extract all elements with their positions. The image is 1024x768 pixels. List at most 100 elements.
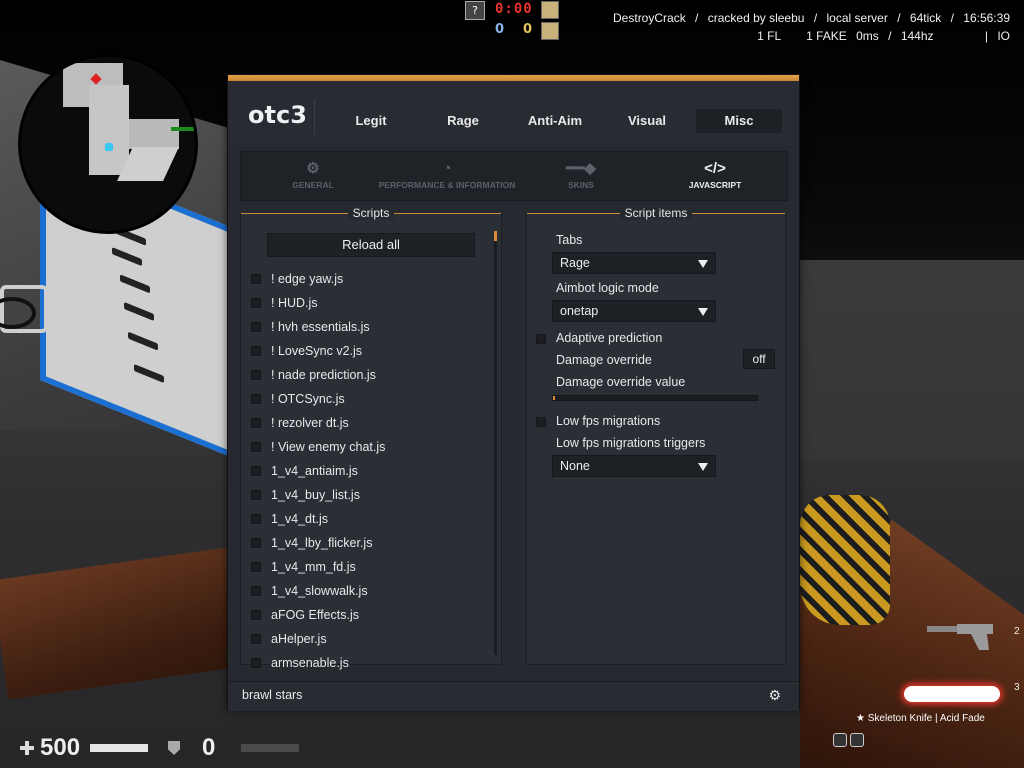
gauge-icon: ◔ <box>442 160 452 177</box>
tab-rage[interactable]: Rage <box>420 109 506 133</box>
aimbot-logic-dropdown[interactable]: onetap <box>552 300 716 322</box>
help-icon: ? <box>465 1 485 20</box>
cheat-menu-window: otc3 Legit Rage Anti-Aim Visual Misc ⚙ G… <box>227 74 800 711</box>
player-glove <box>800 495 890 625</box>
script-item[interactable]: ! HUD.js <box>251 291 483 315</box>
weapon-slot-2: 2 <box>1014 626 1020 637</box>
tab-misc[interactable]: Misc <box>696 109 782 133</box>
weapon-slot-3: 3 <box>1014 682 1020 693</box>
script-item[interactable]: 1_v4_buy_list.js <box>251 483 483 507</box>
adaptive-prediction-label: Adaptive prediction <box>556 331 663 345</box>
damage-override-keybind[interactable]: off <box>743 349 775 369</box>
damage-override-value-label: Damage override value <box>556 375 686 389</box>
script-item[interactable]: 1_v4_slowwalk.js <box>251 579 483 603</box>
health-value: 500 <box>40 734 81 761</box>
aimbot-logic-label: Aimbot logic mode <box>556 281 659 295</box>
round-timer: 0:00 <box>495 1 533 17</box>
reload-all-button[interactable]: Reload all <box>267 233 475 257</box>
script-item[interactable]: ! View enemy chat.js <box>251 435 483 459</box>
script-checkbox[interactable] <box>251 538 261 548</box>
script-item[interactable]: 1_v4_mm_fd.js <box>251 555 483 579</box>
skull-icon <box>850 733 864 747</box>
script-item[interactable]: armsenable.js <box>251 651 483 675</box>
script-items-panel: Script items Tabs Rage Aimbot logic mode… <box>526 206 786 665</box>
low-fps-triggers-dropdown[interactable]: None <box>552 455 716 477</box>
health-display: 500 <box>20 734 149 762</box>
health-bar <box>90 744 149 752</box>
menu-brand: otc3 <box>248 101 307 129</box>
script-item[interactable]: aFOG Effects.js <box>251 603 483 627</box>
script-checkbox[interactable] <box>251 610 261 620</box>
gear-icon[interactable]: ⚙ <box>768 688 781 704</box>
script-checkbox[interactable] <box>251 442 261 452</box>
scripts-panel-title: Scripts <box>347 206 395 220</box>
script-checkbox[interactable] <box>251 658 261 668</box>
low-fps-migrations-label: Low fps migrations <box>556 414 661 428</box>
tab-anti-aim[interactable]: Anti-Aim <box>512 109 598 133</box>
subtab-skins[interactable]: ━━◆ SKINS <box>531 152 631 202</box>
script-checkbox[interactable] <box>251 466 261 476</box>
watermark: DestroyCrack / cracked by sleebu / local… <box>607 11 1010 43</box>
subtab-javascript[interactable]: </> JAVASCRIPT <box>665 152 765 202</box>
script-checkbox[interactable] <box>251 514 261 524</box>
rank-icon <box>541 22 559 40</box>
game-right-wall <box>764 260 1024 460</box>
health-icon <box>20 741 34 755</box>
script-checkbox[interactable] <box>251 274 261 284</box>
script-checkbox[interactable] <box>251 346 261 356</box>
radar-minimap <box>18 54 198 234</box>
script-items-panel-title: Script items <box>619 206 693 220</box>
watermark-row-1: DestroyCrack / cracked by sleebu / local… <box>613 11 1010 25</box>
subtab-performance[interactable]: ◔ PERFORMANCE & INFORMATION <box>371 152 523 202</box>
low-fps-triggers-label: Low fps migrations triggers <box>556 436 706 450</box>
armor-display: 0 <box>168 734 300 762</box>
tabs-dropdown[interactable]: Rage <box>552 252 716 274</box>
script-checkbox[interactable] <box>251 418 261 428</box>
tab-visual[interactable]: Visual <box>604 109 690 133</box>
script-item[interactable]: ! edge yaw.js <box>251 267 483 291</box>
knife-icon: ━━◆ <box>566 160 596 177</box>
tab-legit[interactable]: Legit <box>328 109 414 133</box>
script-checkbox[interactable] <box>251 586 261 596</box>
armor-bar <box>241 744 300 752</box>
adaptive-prediction-checkbox[interactable] <box>536 334 546 344</box>
subtab-general[interactable]: ⚙ GENERAL <box>261 152 365 202</box>
kill-icons <box>833 733 864 747</box>
footer-text: brawl stars <box>242 688 303 702</box>
chevron-down-icon <box>698 308 708 316</box>
script-checkbox[interactable] <box>251 562 261 572</box>
script-item[interactable]: ! OTCSync.js <box>251 387 483 411</box>
script-checkbox[interactable] <box>251 394 261 404</box>
damage-override-label: Damage override <box>556 353 652 367</box>
knife-icon <box>904 686 1000 702</box>
rank-icon <box>541 1 559 19</box>
scripts-scrollbar-thumb[interactable] <box>494 231 497 241</box>
scripts-scrollbar[interactable] <box>494 231 497 655</box>
script-item[interactable]: 1_v4_lby_flicker.js <box>251 531 483 555</box>
script-checkbox[interactable] <box>251 634 261 644</box>
script-item[interactable]: aHelper.js <box>251 627 483 651</box>
script-item[interactable]: ! hvh essentials.js <box>251 315 483 339</box>
damage-override-value-slider[interactable] <box>552 395 758 401</box>
script-item[interactable]: 1_v4_dt.js <box>251 507 483 531</box>
script-checkbox[interactable] <box>251 370 261 380</box>
pistol-icon <box>927 624 993 650</box>
script-item[interactable]: 1_v4_antiaim.js <box>251 459 483 483</box>
code-icon: </> <box>704 160 726 177</box>
watermark-row-2: 1 FL 1 FAKE 0ms / 144hz | IO <box>757 29 1010 43</box>
tabs-label: Tabs <box>556 233 583 247</box>
low-fps-migrations-checkbox[interactable] <box>536 417 546 427</box>
script-checkbox[interactable] <box>251 322 261 332</box>
shield-icon <box>168 741 180 755</box>
script-item[interactable]: ! rezolver dt.js <box>251 411 483 435</box>
script-item[interactable]: ! nade prediction.js <box>251 363 483 387</box>
subtab-bar: ⚙ GENERAL ◔ PERFORMANCE & INFORMATION ━━… <box>240 151 788 201</box>
player-marker <box>105 143 113 151</box>
script-item[interactable]: ! LoveSync v2.js <box>251 339 483 363</box>
script-list: ! edge yaw.js ! HUD.js ! hvh essentials.… <box>251 267 483 675</box>
script-checkbox[interactable] <box>251 490 261 500</box>
script-checkbox[interactable] <box>251 298 261 308</box>
gear-icon: ⚙ <box>306 160 320 177</box>
wall-sign <box>0 285 48 333</box>
scripts-panel: Scripts Reload all ! edge yaw.js ! HUD.j… <box>240 206 502 670</box>
